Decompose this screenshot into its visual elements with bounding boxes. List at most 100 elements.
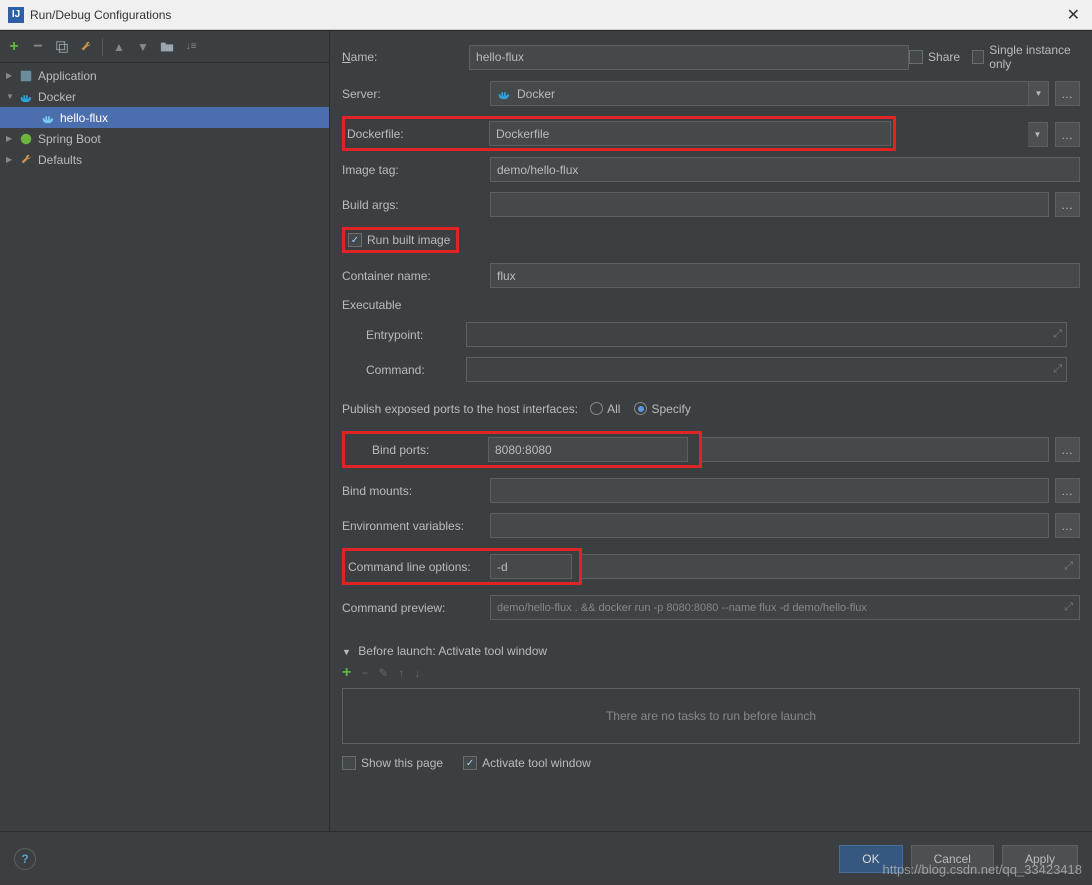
edit-task-button[interactable]: ✎ xyxy=(378,666,388,680)
expand-icon[interactable]: ⤢ xyxy=(1064,560,1073,573)
dockerfile-value: Dockerfile xyxy=(496,127,549,141)
application-icon xyxy=(18,68,34,84)
all-label: All xyxy=(607,402,620,416)
tree-docker[interactable]: Docker xyxy=(0,86,329,107)
ok-button[interactable]: OK xyxy=(839,845,902,873)
entrypoint-input[interactable] xyxy=(466,322,1067,347)
bind-ports-label: Bind ports: xyxy=(348,443,488,457)
dockerfile-label: Dockerfile: xyxy=(347,127,489,141)
chevron-down-icon[interactable]: ▼ xyxy=(1028,122,1048,147)
radio-all[interactable] xyxy=(590,402,603,415)
container-name-input[interactable] xyxy=(490,263,1080,288)
bind-ports-input[interactable] xyxy=(488,437,688,462)
sort-button[interactable]: ↓≡ xyxy=(183,39,199,55)
window-title: Run/Debug Configurations xyxy=(30,8,1063,22)
cancel-button[interactable]: Cancel xyxy=(911,845,994,873)
move-down-button[interactable]: ▼ xyxy=(135,39,151,55)
tree-hello-flux[interactable]: hello-flux xyxy=(0,107,329,128)
before-launch-section: ▼ Before launch: Activate tool window + … xyxy=(342,644,1080,770)
add-config-button[interactable]: + xyxy=(6,39,22,55)
folder-button[interactable] xyxy=(159,39,175,55)
left-panel: + − ▲ ▼ ↓≡ Application xyxy=(0,31,330,858)
bind-ports-more-button[interactable]: … xyxy=(1055,437,1080,462)
command-label: Command: xyxy=(342,363,466,377)
move-up-button[interactable]: ▲ xyxy=(111,39,127,55)
server-more-button[interactable]: … xyxy=(1055,81,1080,106)
tree-label: Spring Boot xyxy=(38,132,101,146)
chevron-down-icon[interactable]: ▼ xyxy=(1029,81,1049,106)
entrypoint-row: Entrypoint: ⤢ xyxy=(342,322,1080,347)
spring-icon xyxy=(18,131,34,147)
expand-icon[interactable]: ⤢ xyxy=(1053,363,1062,376)
tree-application[interactable]: Application xyxy=(0,65,329,86)
expand-icon[interactable]: ⤢ xyxy=(1053,328,1062,341)
server-dropdown[interactable]: Docker ▼ xyxy=(490,81,1049,106)
remove-config-button[interactable]: − xyxy=(30,39,46,55)
specify-label: Specify xyxy=(651,402,690,416)
env-vars-more-button[interactable]: … xyxy=(1055,513,1080,538)
build-args-more-button[interactable]: … xyxy=(1055,192,1080,217)
env-vars-input[interactable] xyxy=(490,513,1049,538)
name-input[interactable] xyxy=(469,45,909,70)
help-button[interactable]: ? xyxy=(14,848,36,870)
tree-spring-boot[interactable]: Spring Boot xyxy=(0,128,329,149)
server-label: Server: xyxy=(342,87,490,101)
bind-mounts-row: Bind mounts: … xyxy=(342,478,1080,503)
move-task-up-button[interactable]: ↑ xyxy=(398,666,404,680)
executable-label: Executable xyxy=(342,298,1080,312)
move-task-down-button[interactable]: ↓ xyxy=(414,666,420,680)
apply-button[interactable]: Apply xyxy=(1002,845,1078,873)
expand-icon[interactable] xyxy=(6,133,18,144)
docker-icon xyxy=(40,110,56,126)
activate-tool-label: Activate tool window xyxy=(482,756,591,770)
tasks-list: There are no tasks to run before launch xyxy=(342,688,1080,744)
build-args-input[interactable] xyxy=(490,192,1049,217)
app-icon: IJ xyxy=(8,7,24,23)
bind-mounts-label: Bind mounts: xyxy=(342,484,490,498)
titlebar: IJ Run/Debug Configurations ✕ xyxy=(0,0,1092,30)
run-built-image-checkbox[interactable]: Run built image xyxy=(348,233,450,247)
radio-specify[interactable] xyxy=(634,402,647,415)
expand-icon[interactable] xyxy=(6,70,18,81)
run-built-label: Run built image xyxy=(367,233,450,247)
env-vars-row: Environment variables: … xyxy=(342,513,1080,538)
build-args-row: Build args: … xyxy=(342,192,1080,217)
show-page-checkbox[interactable]: Show this page xyxy=(342,756,443,770)
single-instance-checkbox[interactable]: Single instance only xyxy=(972,43,1080,71)
before-launch-label: Before launch: Activate tool window xyxy=(358,644,547,658)
share-checkbox[interactable]: Share xyxy=(909,50,960,64)
expand-icon[interactable] xyxy=(6,154,18,165)
container-name-row: Container name: xyxy=(342,263,1080,288)
config-tree: Application Docker hello-flux Spring Boo… xyxy=(0,63,329,172)
close-icon[interactable]: ✕ xyxy=(1063,5,1084,25)
bind-mounts-input[interactable] xyxy=(490,478,1049,503)
command-input[interactable] xyxy=(466,357,1067,382)
build-args-label: Build args: xyxy=(342,198,490,212)
before-launch-header[interactable]: ▼ Before launch: Activate tool window xyxy=(342,644,1080,658)
env-vars-label: Environment variables: xyxy=(342,519,490,533)
preview-label: Command preview: xyxy=(342,601,490,615)
share-label: Share xyxy=(928,50,960,64)
dockerfile-dropdown[interactable]: Dockerfile xyxy=(489,121,891,146)
tree-label: Application xyxy=(38,69,97,83)
edit-templates-button[interactable] xyxy=(78,39,94,55)
single-instance-label: Single instance only xyxy=(989,43,1080,71)
server-value: Docker xyxy=(517,87,555,101)
show-page-label: Show this page xyxy=(361,756,443,770)
expand-icon[interactable] xyxy=(6,91,18,102)
docker-icon xyxy=(497,87,511,101)
copy-config-button[interactable] xyxy=(54,39,70,55)
remove-task-button[interactable]: − xyxy=(361,666,368,680)
bind-mounts-more-button[interactable]: … xyxy=(1055,478,1080,503)
preview-row: Command preview: demo/hello-flux . && do… xyxy=(342,595,1080,620)
server-row: Server: Docker ▼ … xyxy=(342,81,1080,106)
expand-icon[interactable]: ⤢ xyxy=(1064,601,1073,614)
activate-tool-checkbox[interactable]: Activate tool window xyxy=(463,756,591,770)
dockerfile-more-button[interactable]: … xyxy=(1055,122,1080,147)
publish-row: Publish exposed ports to the host interf… xyxy=(342,396,1080,421)
image-tag-row: Image tag: xyxy=(342,157,1080,182)
cmdline-input[interactable] xyxy=(490,554,572,579)
add-task-button[interactable]: + xyxy=(342,664,351,682)
image-tag-input[interactable] xyxy=(490,157,1080,182)
tree-defaults[interactable]: Defaults xyxy=(0,149,329,170)
